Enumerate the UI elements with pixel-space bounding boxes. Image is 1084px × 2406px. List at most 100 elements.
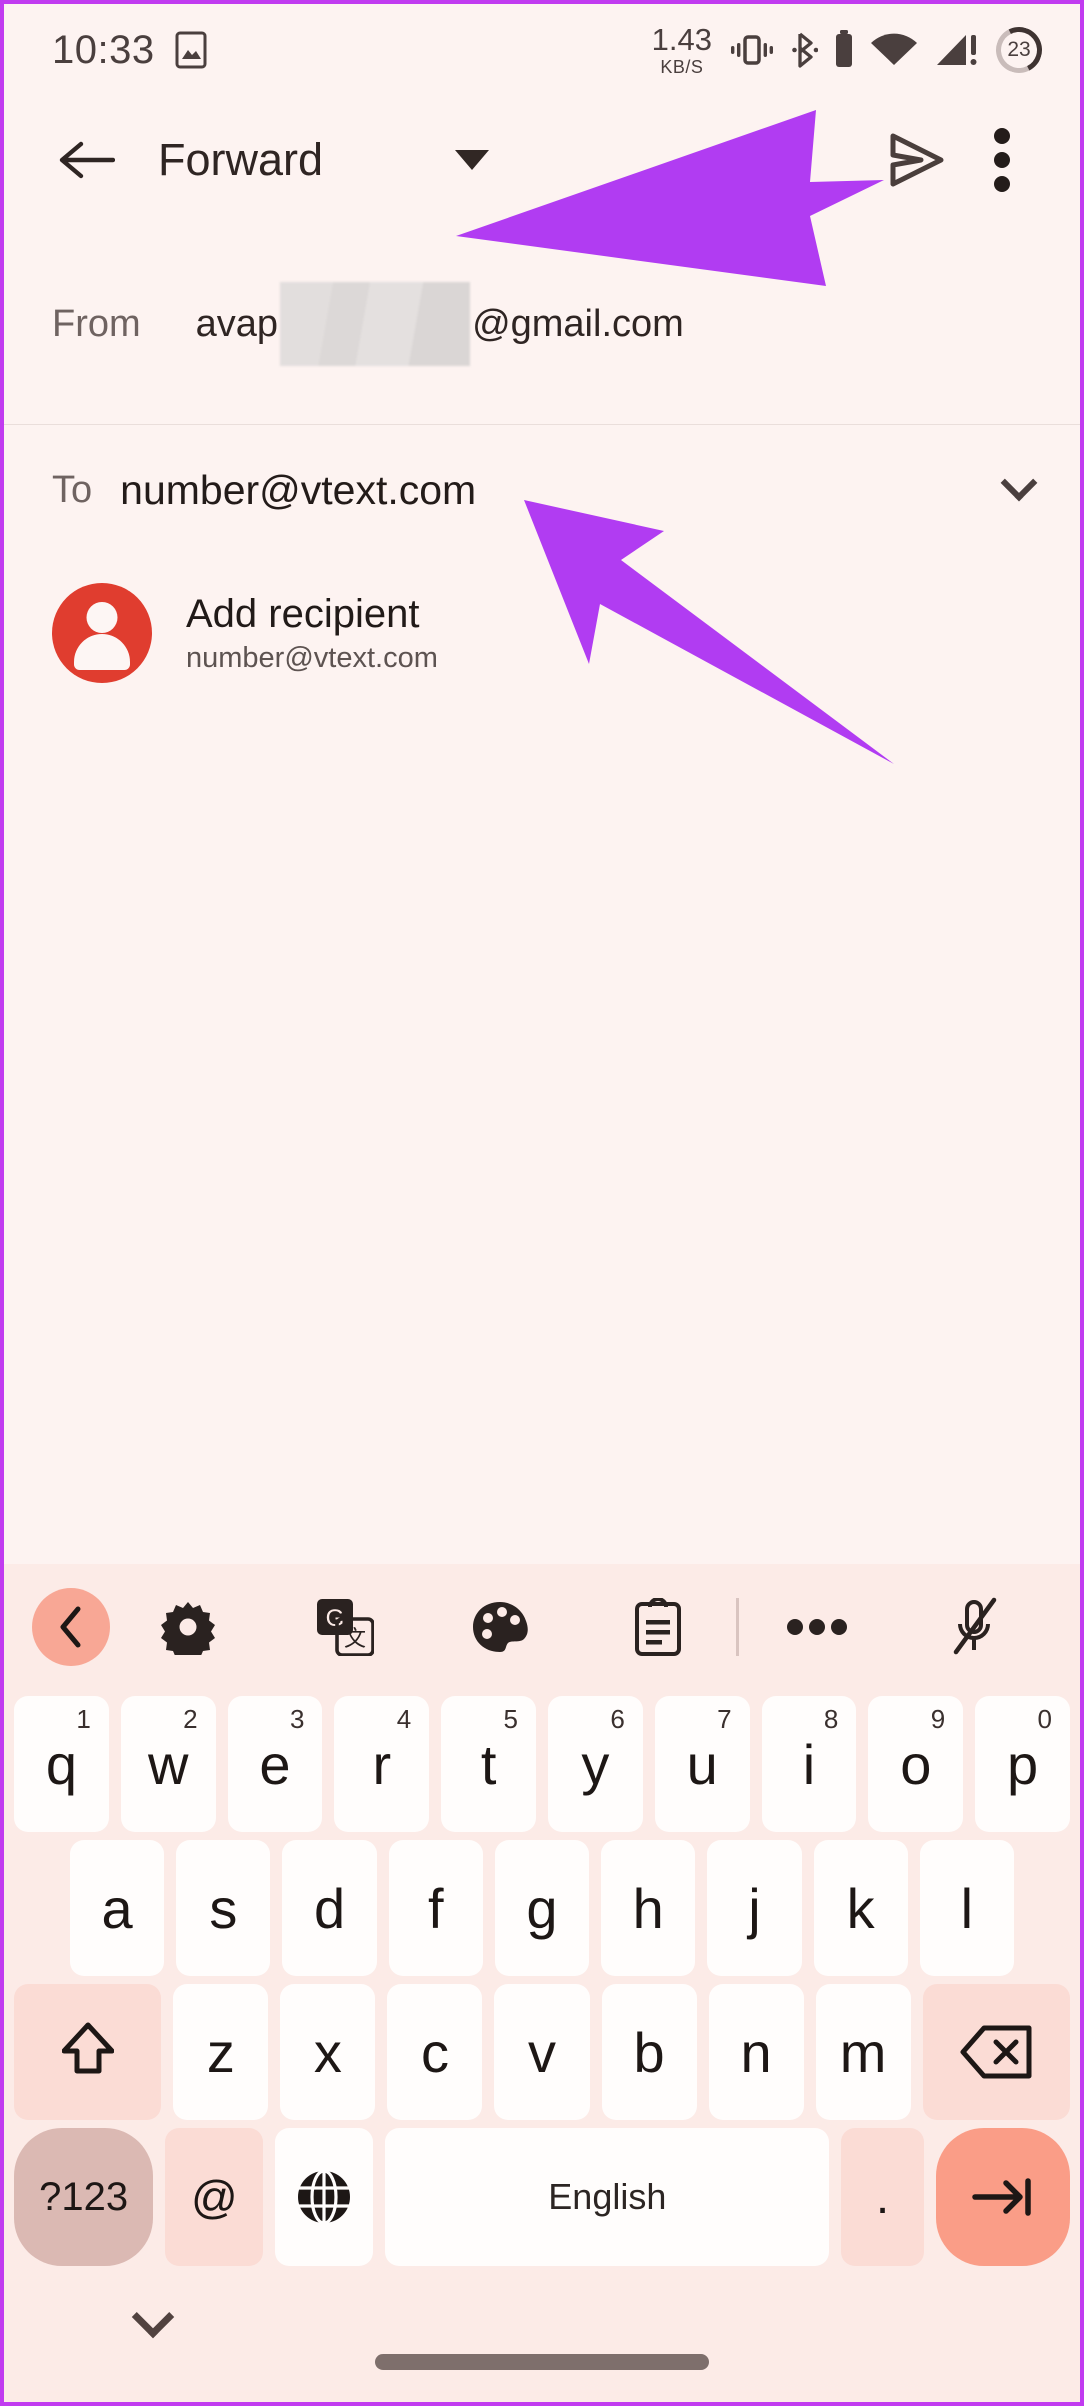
person-avatar-icon [52, 583, 152, 683]
home-gesture-bar[interactable] [375, 2354, 709, 2370]
period-key[interactable]: . [841, 2128, 924, 2266]
bluetooth-battery-icon [835, 30, 853, 70]
key-superscript: 2 [183, 1704, 198, 1734]
key-label: r [372, 1732, 392, 1796]
to-label: To [52, 468, 93, 511]
key-label: y [581, 1732, 610, 1796]
globe-icon [298, 2169, 351, 2225]
chevron-down-icon[interactable] [1000, 464, 1038, 502]
key-label: t [480, 1732, 497, 1796]
key-label: o [900, 1732, 932, 1796]
microphone-muted-icon[interactable] [896, 1596, 1053, 1658]
key-k[interactable]: k [813, 1840, 908, 1976]
status-bar-left: 10:33 [52, 28, 207, 73]
at-key[interactable]: @ [165, 2128, 264, 2266]
palette-icon[interactable] [423, 1600, 580, 1654]
key-superscript: 9 [930, 1704, 946, 1734]
key-q[interactable]: q1 [14, 1696, 109, 1832]
key-v[interactable]: v [494, 1984, 590, 2120]
key-e[interactable]: e3 [227, 1696, 323, 1832]
suggestion-name: Add recipient [186, 592, 420, 636]
bluetooth-icon [792, 30, 818, 70]
gear-icon[interactable] [110, 1599, 267, 1655]
status-bar-right: 1.43 KB/S 23 [652, 21, 1048, 79]
key-m[interactable]: m [815, 1984, 911, 2120]
send-button[interactable] [876, 118, 960, 202]
from-field-row[interactable]: From avap @gmail.com [4, 224, 1080, 424]
to-value[interactable]: number@vtext.com [120, 467, 476, 514]
key-z[interactable]: z [173, 1984, 269, 2120]
on-screen-keyboard: G 文 q 1 w 2 e 3 r 4 t 5 y 6 u 7 i 8 o 9 … [4, 1564, 1080, 2402]
key-i[interactable]: i8 [761, 1696, 857, 1832]
backspace-key[interactable] [922, 1984, 1070, 2120]
key-n[interactable]: n [708, 1984, 804, 2120]
key-j[interactable]: j [707, 1840, 802, 1976]
network-speed-unit: KB/S [660, 57, 704, 77]
keyboard-row-3: z x c v b n m [4, 1984, 1080, 2120]
key-label: w [147, 1732, 189, 1796]
key-o[interactable]: o9 [868, 1696, 964, 1832]
key-h[interactable]: h [601, 1840, 696, 1976]
three-dots-icon[interactable] [739, 1617, 896, 1637]
backspace-icon [960, 2025, 1032, 2079]
to-field-row[interactable]: To number@vtext.com [4, 425, 1080, 555]
svg-text:文: 文 [344, 1626, 366, 1651]
keyboard-toolbar: G 文 [4, 1564, 1080, 1690]
key-t[interactable]: t5 [441, 1696, 536, 1832]
key-r[interactable]: r4 [334, 1696, 430, 1832]
network-speed-value: 1.43 [651, 22, 712, 57]
key-superscript: 8 [823, 1704, 839, 1734]
space-key[interactable]: English [385, 2128, 830, 2266]
language-switch-key[interactable] [275, 2128, 374, 2266]
more-options-button[interactable] [960, 118, 1044, 202]
key-u[interactable]: u7 [654, 1696, 750, 1832]
keyboard-row-2: a s d f g h j k l [4, 1840, 1080, 1976]
key-y[interactable]: y6 [548, 1696, 643, 1832]
chevron-down-icon[interactable] [131, 2295, 175, 2339]
from-value-suffix: @gmail.com [472, 302, 684, 345]
redacted-block [280, 282, 471, 366]
from-label: From [52, 302, 141, 345]
triangle-down-icon[interactable] [455, 150, 490, 170]
network-speed: 1.43 KB/S [652, 24, 712, 76]
key-label: p [1007, 1732, 1039, 1796]
key-label: u [686, 1732, 718, 1796]
from-value: avap @gmail.com [196, 282, 684, 366]
vibrate-icon [729, 30, 775, 70]
key-l[interactable]: l [919, 1840, 1014, 1976]
key-x[interactable]: x [280, 1984, 376, 2120]
key-superscript: 3 [289, 1704, 305, 1734]
cellular-signal-warning-icon [935, 31, 979, 69]
key-a[interactable]: a [70, 1840, 165, 1976]
key-label: q [45, 1732, 77, 1796]
suggestion-text: Add recipient number@vtext.com [186, 591, 438, 675]
key-superscript: 7 [717, 1704, 732, 1734]
from-value-prefix: avap [195, 302, 279, 345]
key-d[interactable]: d [282, 1840, 377, 1976]
key-s[interactable]: s [176, 1840, 271, 1976]
key-g[interactable]: g [494, 1840, 590, 1976]
key-b[interactable]: b [601, 1984, 697, 2120]
key-p[interactable]: p0 [975, 1696, 1070, 1832]
image-icon [175, 31, 207, 69]
clipboard-icon[interactable] [580, 1598, 737, 1656]
wifi-icon [870, 31, 918, 69]
enter-next-key[interactable] [935, 2128, 1070, 2266]
shift-key[interactable] [14, 1984, 162, 2120]
battery-percent: 23 [1007, 38, 1031, 61]
suggestion-email: number@vtext.com [186, 642, 438, 674]
back-button[interactable] [44, 118, 128, 202]
key-superscript: 4 [396, 1704, 412, 1734]
page-title: Forward [158, 134, 324, 185]
key-superscript: 0 [1037, 1704, 1052, 1734]
key-c[interactable]: c [387, 1984, 483, 2120]
google-translate-icon[interactable]: G 文 [267, 1598, 424, 1656]
status-bar: 10:33 1.43 KB/S 23 [4, 4, 1080, 96]
keyboard-bottom-bar [4, 2266, 1080, 2402]
chevron-left-icon[interactable] [32, 1588, 110, 1666]
recipient-suggestion-item[interactable]: Add recipient number@vtext.com [4, 572, 1080, 694]
symbols-key[interactable]: ?123 [14, 2128, 154, 2266]
key-w[interactable]: w2 [120, 1696, 216, 1832]
app-bar: Forward [4, 96, 1080, 224]
key-f[interactable]: f [388, 1840, 483, 1976]
